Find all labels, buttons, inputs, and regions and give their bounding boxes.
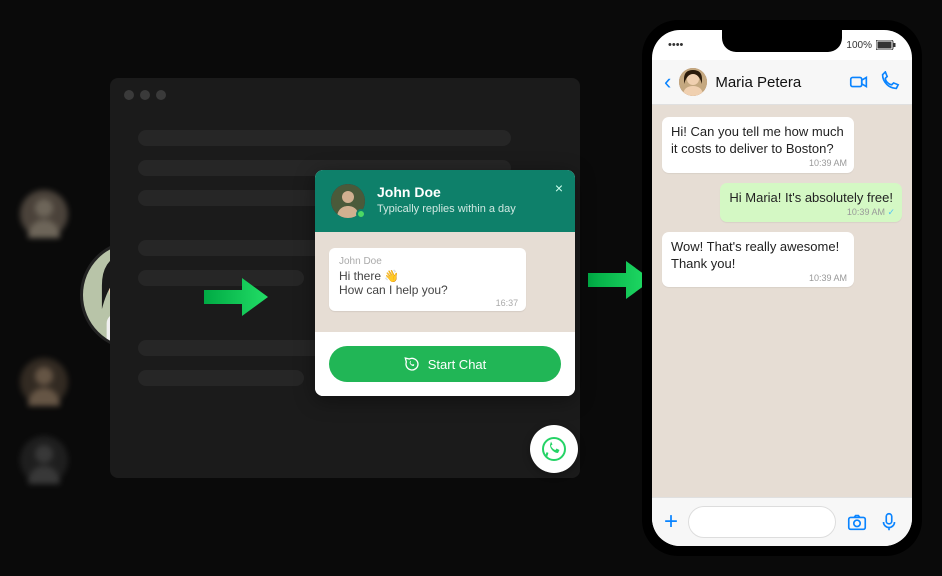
microphone-icon[interactable]: [878, 511, 900, 533]
message-time: 10:39 AM: [847, 207, 895, 219]
whatsapp-icon: [542, 437, 566, 461]
phone-call-icon[interactable]: [878, 71, 900, 93]
skeleton-line: [138, 370, 304, 386]
phone-notch: [722, 30, 842, 52]
message-text: Wow! That's really awesome! Thank you!: [671, 239, 839, 271]
avatar-thumb: [20, 436, 68, 484]
message-incoming: Hi! Can you tell me how much it costs to…: [662, 117, 854, 173]
message-outgoing: Hi Maria! It's absolutely free! 10:39 AM: [720, 183, 902, 222]
chat-header: ‹ Maria Petera: [652, 60, 912, 105]
message-input[interactable]: [688, 506, 836, 538]
chat-widget: × John Doe Typically replies within a da…: [315, 170, 575, 396]
close-icon[interactable]: ×: [555, 180, 563, 196]
message-sender: John Doe: [339, 256, 516, 267]
agent-name: John Doe: [377, 184, 516, 200]
widget-body: John Doe Hi there 👋 How can I help you? …: [315, 232, 575, 332]
widget-header: × John Doe Typically replies within a da…: [315, 170, 575, 232]
message-line: Hi there 👋: [339, 269, 516, 283]
phone-frame: •••• 100% ‹ Maria Petera Hi! Can you tel…: [642, 20, 922, 556]
signal-icon: ••••: [668, 39, 683, 51]
side-avatars: [20, 190, 68, 514]
message-incoming: Wow! That's really awesome! Thank you! 1…: [662, 232, 854, 288]
agent-subtitle: Typically replies within a day: [377, 203, 516, 215]
battery-icon: [876, 40, 896, 50]
attach-button[interactable]: +: [664, 508, 678, 536]
window-controls: [124, 90, 166, 100]
skeleton-line: [138, 130, 511, 146]
message-time: 10:39 AM: [809, 273, 847, 285]
arrow-icon: [204, 272, 268, 322]
presence-indicator: [356, 209, 366, 219]
contact-name[interactable]: Maria Petera: [715, 74, 840, 91]
whatsapp-fab[interactable]: [530, 425, 578, 473]
battery-level: 100%: [846, 40, 872, 51]
message-time: 16:37: [496, 298, 519, 308]
phone-screen: •••• 100% ‹ Maria Petera Hi! Can you tel…: [652, 30, 912, 546]
contact-avatar[interactable]: [679, 68, 707, 96]
start-chat-button[interactable]: Start Chat: [329, 346, 561, 382]
chat-input-bar: +: [652, 497, 912, 546]
message-text: Hi Maria! It's absolutely free!: [729, 190, 893, 205]
message-line: How can I help you?: [339, 283, 516, 297]
message-text: Hi! Can you tell me how much it costs to…: [671, 124, 844, 156]
message-time: 10:39 AM: [809, 158, 847, 170]
avatar-thumb: [20, 190, 68, 238]
avatar-thumb: [20, 358, 68, 406]
greeting-message: John Doe Hi there 👋 How can I help you? …: [329, 248, 526, 311]
camera-icon[interactable]: [846, 511, 868, 533]
whatsapp-icon: [404, 356, 420, 372]
video-call-icon[interactable]: [848, 71, 870, 93]
widget-footer: Start Chat: [315, 332, 575, 396]
start-chat-label: Start Chat: [428, 357, 487, 372]
chat-body[interactable]: Hi! Can you tell me how much it costs to…: [652, 105, 912, 497]
back-button[interactable]: ‹: [664, 69, 671, 95]
